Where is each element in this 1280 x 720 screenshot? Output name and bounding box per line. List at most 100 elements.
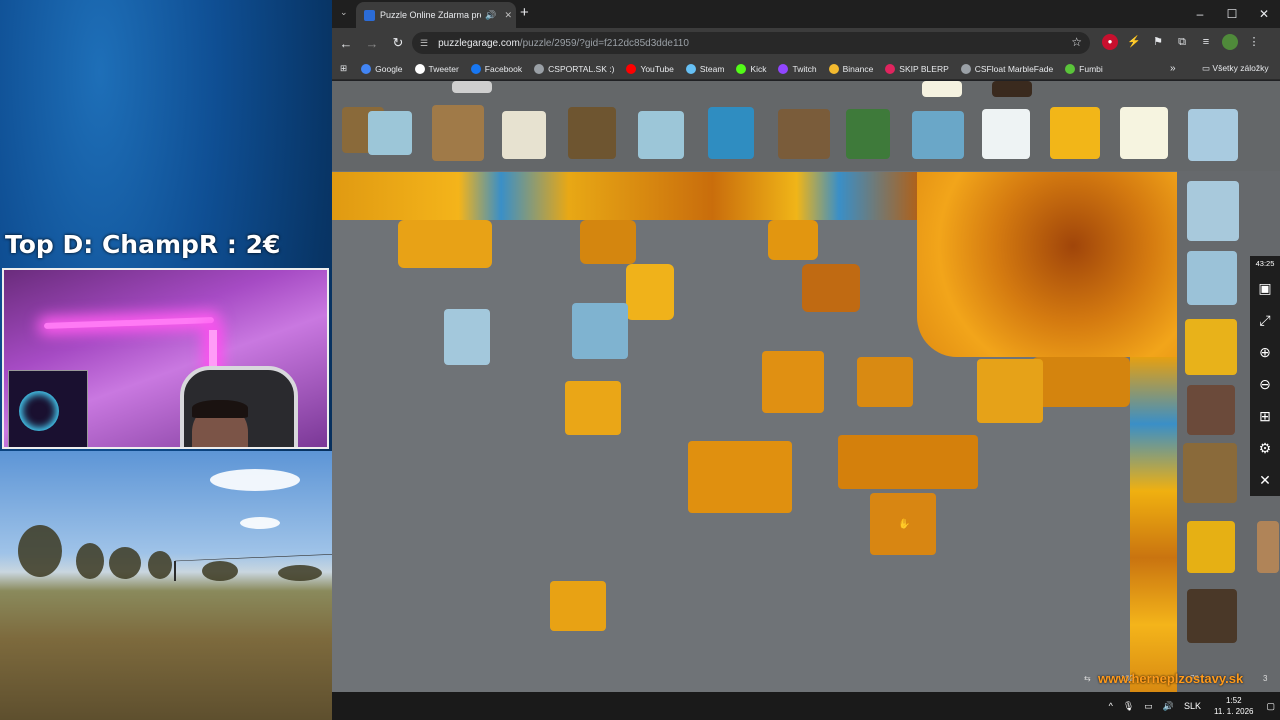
bookmark-star-icon[interactable]: ☆: [1071, 35, 1082, 49]
image-preview-icon[interactable]: ▣: [1258, 272, 1271, 304]
puzzle-piece[interactable]: [565, 381, 621, 435]
minimize-button[interactable]: –: [1184, 0, 1216, 28]
audio-icon[interactable]: 🔊: [485, 10, 496, 21]
puzzle-piece[interactable]: [1120, 107, 1168, 159]
extension-icon[interactable]: ⚡: [1126, 34, 1142, 50]
tab-puzzle[interactable]: Puzzle Online Zdarma pre D 🔊 ✕: [356, 2, 516, 28]
puzzle-piece[interactable]: [992, 81, 1032, 97]
close-window-button[interactable]: ✕: [1248, 0, 1280, 28]
puzzle-piece[interactable]: [550, 581, 606, 631]
address-bar[interactable]: ☰ puzzlegarage.com/puzzle/2959/?gid=f212…: [412, 32, 1090, 54]
profile-avatar-icon[interactable]: [1222, 34, 1238, 50]
back-icon[interactable]: ←: [334, 36, 358, 51]
bookmark-twitch[interactable]: Twitch: [778, 63, 817, 74]
puzzle-piece[interactable]: [912, 111, 964, 159]
assembled-top-right-region[interactable]: [917, 172, 1177, 357]
puzzle-piece[interactable]: [1183, 443, 1237, 503]
puzzle-piece[interactable]: [802, 264, 860, 312]
grid-icon[interactable]: ⊞: [1259, 400, 1271, 432]
reload-icon[interactable]: ↻: [386, 35, 410, 51]
clock[interactable]: 1:52 11. 1. 2026: [1214, 695, 1253, 717]
bookmark-steam[interactable]: Steam: [685, 63, 725, 74]
puzzle-piece[interactable]: [977, 359, 1043, 423]
extension-icon[interactable]: ⚑: [1150, 34, 1166, 50]
puzzle-piece[interactable]: [432, 105, 484, 161]
puzzle-piece[interactable]: [922, 81, 962, 97]
tray-chevron-icon[interactable]: ^: [1109, 701, 1113, 711]
bookmark-csportal[interactable]: CSPORTAL.SK :): [534, 63, 614, 74]
puzzle-piece[interactable]: [1257, 521, 1279, 573]
extensions-puzzle-icon[interactable]: ⧉: [1174, 34, 1190, 50]
bookmark-csfloat[interactable]: CSFloat MarbleFade: [960, 63, 1053, 74]
more-bookmarks-icon[interactable]: »: [1170, 63, 1176, 74]
network-icon[interactable]: ▭: [1144, 701, 1153, 712]
assembled-image[interactable]: [332, 172, 1177, 692]
puzzle-piece[interactable]: [762, 351, 824, 413]
puzzle-board[interactable]: 43:25 ▣ ⤢ ⊕ ⊖ ⊞ ⚙ ✕ ⇆ 102 78 3 www.herne…: [332, 81, 1280, 692]
apps-grid-icon[interactable]: ⊞: [340, 63, 347, 74]
puzzle-piece[interactable]: [857, 357, 913, 407]
language-indicator[interactable]: SLK: [1184, 701, 1201, 711]
puzzle-piece[interactable]: [768, 220, 818, 260]
bookmark-label: Tweeter: [428, 63, 459, 74]
puzzle-piece[interactable]: [838, 435, 978, 489]
puzzle-piece[interactable]: [1032, 357, 1130, 407]
bookmark-binance[interactable]: Binance: [828, 63, 873, 74]
puzzle-piece[interactable]: [638, 111, 684, 159]
sort-icon[interactable]: ⇆: [1084, 674, 1091, 683]
new-tab-icon[interactable]: +: [520, 5, 529, 21]
puzzle-piece[interactable]: [626, 264, 674, 320]
puzzle-piece[interactable]: [398, 220, 492, 268]
cloud: [210, 469, 300, 491]
puzzle-piece[interactable]: [568, 107, 616, 159]
assembled-right-edge[interactable]: [1130, 357, 1177, 692]
volume-icon[interactable]: 🔊: [1163, 701, 1174, 712]
puzzle-piece[interactable]: [1187, 385, 1235, 435]
all-bookmarks-folder[interactable]: ▭ Všetky záložky: [1202, 63, 1269, 74]
zoom-in-icon[interactable]: ⊕: [1259, 336, 1271, 368]
tab-search-icon[interactable]: ⌄: [340, 7, 348, 18]
puzzle-piece[interactable]: [572, 303, 628, 359]
bookmark-youtube[interactable]: YouTube: [626, 63, 674, 74]
puzzle-piece[interactable]: [368, 111, 412, 155]
maximize-button[interactable]: ☐: [1216, 0, 1248, 28]
puzzle-piece[interactable]: [1050, 107, 1100, 159]
puzzle-piece[interactable]: [1187, 251, 1237, 305]
bookmark-fumbi[interactable]: Fumbi: [1065, 63, 1103, 74]
close-icon[interactable]: ✕: [1259, 464, 1271, 496]
puzzle-piece[interactable]: [846, 109, 890, 159]
microphone-icon[interactable]: 🎙: [1123, 701, 1134, 712]
puzzle-piece[interactable]: [502, 111, 546, 159]
url-text: puzzlegarage.com/puzzle/2959/?gid=f212dc…: [438, 38, 689, 49]
puzzle-piece[interactable]: [708, 107, 754, 159]
puzzle-piece[interactable]: [1185, 319, 1237, 375]
browser-menu-icon[interactable]: ⋮: [1246, 34, 1262, 50]
adblock-extension-icon[interactable]: ●: [1102, 34, 1118, 50]
bookmark-google[interactable]: Google: [361, 63, 403, 74]
media-control-icon[interactable]: ≡: [1198, 34, 1214, 50]
bookmark-label: Steam: [699, 63, 725, 74]
site-info-icon[interactable]: ☰: [420, 38, 428, 49]
puzzle-piece[interactable]: [1187, 181, 1239, 241]
puzzle-piece[interactable]: [1187, 589, 1237, 643]
bookmark-kick[interactable]: Kick: [736, 63, 766, 74]
puzzle-piece[interactable]: [982, 109, 1030, 159]
puzzle-piece[interactable]: [1188, 109, 1238, 161]
settings-icon[interactable]: ⚙: [1259, 432, 1272, 464]
puzzle-piece[interactable]: [688, 441, 792, 513]
tab-close-icon[interactable]: ✕: [504, 10, 512, 21]
forward-icon[interactable]: →: [360, 36, 384, 51]
zoom-out-icon[interactable]: ⊖: [1259, 368, 1271, 400]
bookmarks-bar: ⊞ Google Tweeter Facebook CSPORTAL.SK :)…: [332, 58, 1280, 80]
puzzle-piece[interactable]: [444, 309, 490, 365]
bookmark-facebook[interactable]: Facebook: [470, 63, 522, 74]
fullscreen-icon[interactable]: ⤢: [1259, 304, 1270, 336]
bookmark-tweeter[interactable]: Tweeter: [414, 63, 459, 74]
bookmark-skip-blerp[interactable]: SKIP BLERP: [885, 63, 949, 74]
puzzle-piece[interactable]: [452, 81, 492, 93]
notifications-icon[interactable]: ▢: [1266, 701, 1275, 712]
piece-tray[interactable]: [332, 81, 1280, 171]
puzzle-piece[interactable]: [580, 220, 636, 264]
puzzle-piece[interactable]: [1187, 521, 1235, 573]
puzzle-piece[interactable]: [778, 109, 830, 159]
